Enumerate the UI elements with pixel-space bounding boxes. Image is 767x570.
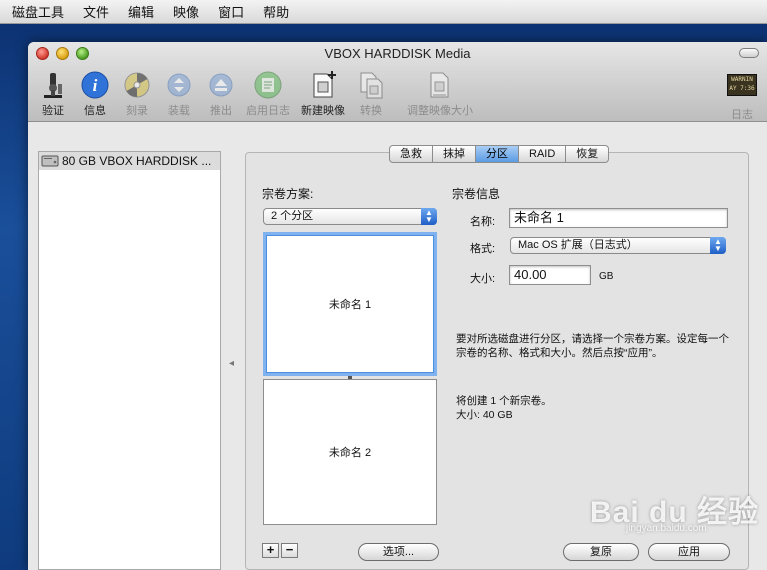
log-icon-text: WARNIN AY 7:36 (727, 74, 757, 96)
journal-icon (253, 70, 283, 100)
svg-text:i: i (93, 76, 98, 95)
updown-arrow-icon: ▲ ▼ (710, 237, 726, 254)
partition-block-2[interactable]: 未命名 2 (263, 379, 437, 525)
title-bar: VBOX HARDDISK Media 验证 i 信息 刻录 装载 推出 启用日… (28, 42, 767, 122)
format-value: Mac OS 扩展（日志式） (518, 239, 638, 251)
remove-partition-button[interactable]: − (281, 543, 298, 558)
disk-item-label: 80 GB VBOX HARDDISK ... (62, 154, 212, 168)
menu-disk-utility[interactable]: 磁盘工具 (12, 2, 64, 21)
disk-list: 80 GB VBOX HARDDISK ... (38, 151, 221, 570)
eject-icon (206, 70, 236, 100)
resize-image-label: 调整映像大小 (407, 105, 473, 117)
summary-line-1: 将创建 1 个新宗卷。 (456, 395, 552, 407)
log-button[interactable]: WARNIN AY 7:36 日志 (716, 70, 767, 122)
options-button[interactable]: 选项... (358, 543, 439, 561)
format-select[interactable]: Mac OS 扩展（日志式） ▲ ▼ (510, 237, 726, 254)
tab-bar: 急救 抹掉 分区 RAID 恢复 (389, 145, 610, 163)
watermark-subtext: jingyan.baidu.com (626, 523, 707, 534)
convert-label: 转换 (360, 105, 382, 117)
name-label: 名称: (470, 216, 496, 228)
microscope-icon (38, 70, 68, 100)
menu-bar: 磁盘工具 文件 编辑 映像 窗口 帮助 (0, 0, 767, 24)
volume-info-heading: 宗卷信息 (452, 187, 501, 201)
summary-line-2: 大小: 40 GB (456, 409, 513, 421)
menu-edit[interactable]: 编辑 (128, 2, 154, 21)
tab-restore[interactable]: 恢复 (566, 145, 610, 163)
tab-raid[interactable]: RAID (519, 145, 567, 163)
apply-button[interactable]: 应用 (648, 543, 730, 561)
burn-icon (122, 70, 152, 100)
volume-scheme-value: 2 个分区 (271, 210, 314, 222)
updown-arrow-icon: ▲ ▼ (421, 208, 437, 225)
baidu-watermark: Bai du 经验 jingyan.baidu.com (590, 487, 759, 534)
tab-partition[interactable]: 分区 (476, 145, 519, 163)
info-icon: i (80, 70, 110, 100)
window-title: VBOX HARDDISK Media (324, 46, 471, 61)
menu-help[interactable]: 帮助 (263, 2, 289, 21)
menu-image[interactable]: 映像 (173, 2, 199, 21)
enable-journal-label: 启用日志 (246, 105, 290, 117)
partition-instructions: 要对所选磁盘进行分区，请选择一个宗卷方案。设定每一个宗卷的名称、格式和大小。然后… (456, 333, 729, 359)
format-label: 格式: (470, 243, 496, 255)
partition-1-label: 未命名 1 (328, 299, 372, 311)
convert-icon (356, 70, 386, 100)
size-label: 大小: (470, 273, 496, 285)
convert-button[interactable]: 转换 (343, 70, 399, 118)
tab-erase[interactable]: 抹掉 (433, 145, 476, 163)
resize-image-icon (425, 70, 455, 100)
volume-scheme-label: 宗卷方案: (262, 187, 314, 201)
size-field[interactable]: 40.00 (509, 265, 591, 285)
partition-2-label: 未命名 2 (328, 447, 372, 459)
log-icon: WARNIN AY 7:36 (727, 74, 757, 104)
size-unit: GB (599, 271, 614, 282)
new-image-icon (308, 70, 338, 100)
menu-window[interactable]: 窗口 (218, 2, 244, 21)
name-field[interactable]: 未命名 1 (509, 208, 728, 228)
mount-icon (164, 70, 194, 100)
enable-journal-button[interactable]: 启用日志 (240, 70, 296, 118)
revert-button[interactable]: 复原 (563, 543, 639, 561)
tab-first-aid[interactable]: 急救 (389, 145, 433, 163)
menu-file[interactable]: 文件 (83, 2, 109, 21)
split-view-handle[interactable]: ◂ (229, 358, 234, 369)
toolbar-toggle-button[interactable] (739, 48, 759, 58)
partition-block-1[interactable]: 未命名 1 (263, 232, 437, 376)
log-label: 日志 (731, 109, 753, 121)
hard-disk-icon (41, 154, 59, 168)
add-partition-button[interactable]: + (262, 543, 279, 558)
disk-item-vbox-harddisk[interactable]: 80 GB VBOX HARDDISK ... (39, 152, 220, 170)
resize-image-button[interactable]: 调整映像大小 (407, 70, 473, 118)
volume-scheme-select[interactable]: 2 个分区 ▲ ▼ (263, 208, 437, 225)
